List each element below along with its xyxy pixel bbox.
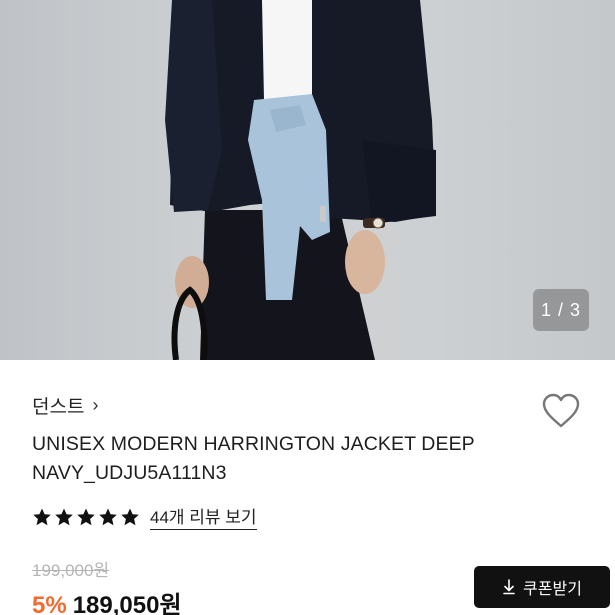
coupon-button-label: 쿠폰받기 [523,581,582,598]
product-name: UNISEX MODERN HARRINGTON JACKET DEEP NAV… [32,433,475,484]
discount-rate: 5% [32,592,67,615]
star-icon [33,508,51,525]
star-icon [55,508,73,525]
product-detail-page: 1 / 3 던스트 › UNISEX MODERN HARRINGTON JAC… [0,0,615,615]
sale-price: 189,050원 [72,592,182,615]
product-image[interactable]: 1 / 3 [0,0,615,360]
star-icon [121,508,139,525]
star-rating [32,507,140,527]
image-page-indicator: 1 / 3 [533,289,589,331]
brand-name: 던스트 [32,397,85,418]
chevron-right-icon: › [92,395,99,415]
original-price: 199,000원 [32,561,110,580]
heart-icon[interactable] [540,392,582,430]
star-icon [77,508,95,525]
coupon-button[interactable]: 쿠폰받기 [474,566,610,608]
star-icon [99,508,117,525]
price-row: 5% 189,050원 [32,585,182,615]
brand-link[interactable]: 던스트 › [32,392,98,419]
review-link[interactable]: 44개 리뷰 보기 [150,503,257,530]
model-photo [165,0,436,360]
download-icon [503,579,515,595]
rating-row: 44개 리뷰 보기 [32,503,257,530]
